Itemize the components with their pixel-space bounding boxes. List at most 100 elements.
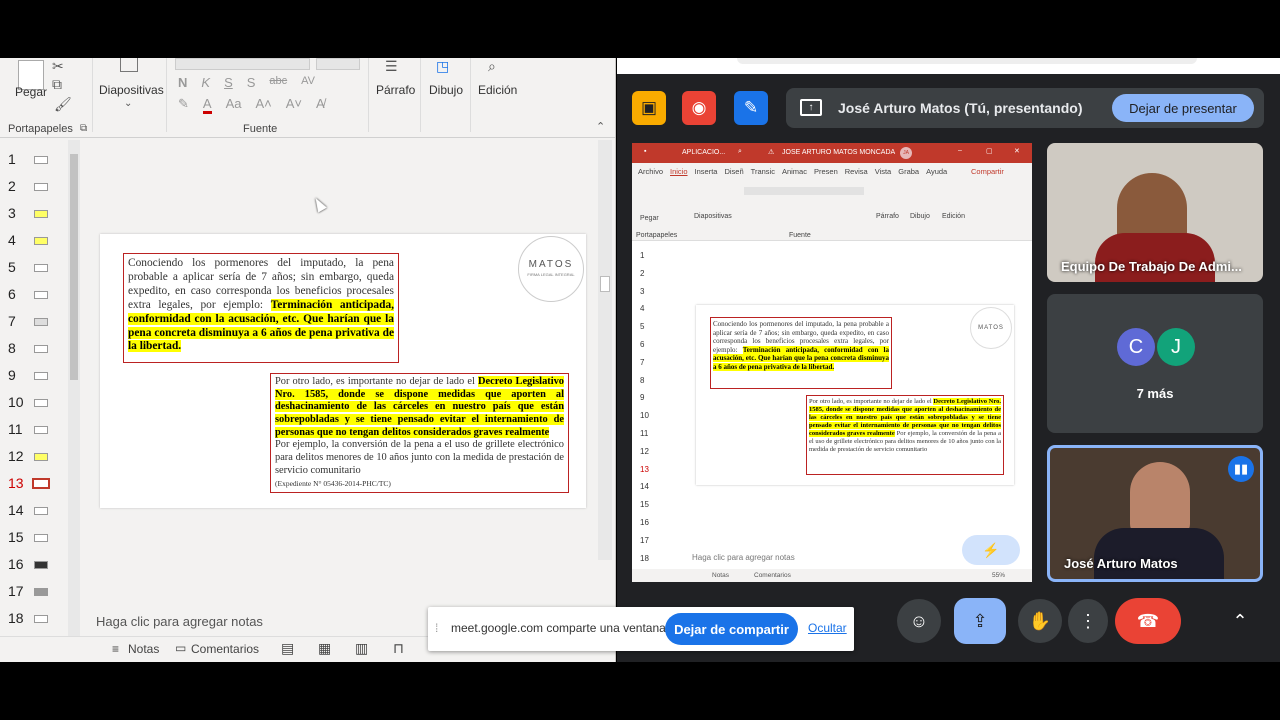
font-tools: N K S S abc AV xyxy=(178,75,315,90)
thumb-4[interactable]: 4 xyxy=(8,232,68,248)
search-icon[interactable]: ⌕ xyxy=(488,58,496,75)
inner-logo: MATOS xyxy=(970,307,1012,349)
bold-icon[interactable]: N xyxy=(178,75,187,90)
underline-icon[interactable]: S xyxy=(224,75,233,90)
thumb-11[interactable]: 11 xyxy=(8,421,68,437)
status-comments-button[interactable]: Comentarios xyxy=(191,642,259,656)
format-painter-icon[interactable]: 🖌 xyxy=(54,96,72,113)
leave-call-icon[interactable]: ☎ xyxy=(1115,598,1181,644)
thumb-16[interactable]: 16 xyxy=(8,556,68,572)
thumb-8[interactable]: 8 xyxy=(8,340,68,356)
paragraph-button[interactable]: Párrafo xyxy=(376,83,415,97)
thumb-2[interactable]: 2 xyxy=(8,178,68,194)
emoji-icon[interactable]: ☺ xyxy=(897,599,941,643)
thumb-13-active[interactable]: 13 xyxy=(8,475,68,491)
dialog-launcher-icon[interactable]: ⧉ xyxy=(80,123,87,134)
reading-view-icon[interactable]: ▥ xyxy=(355,640,368,657)
chevron-down-icon[interactable]: ⌄ xyxy=(124,98,132,109)
notes-icon[interactable]: ≡ xyxy=(112,642,119,656)
inner-user-avatar: JA xyxy=(900,147,912,159)
drawing-button[interactable]: Dibujo xyxy=(429,83,463,97)
inner-doc-title: APLICACIO... xyxy=(682,149,726,156)
sorter-view-icon[interactable]: ▦ xyxy=(318,640,331,657)
font-size-box[interactable] xyxy=(316,58,360,70)
inner-close-icon: ✕ xyxy=(1014,148,1020,155)
font-color-icon[interactable]: A xyxy=(202,96,212,114)
strike-icon[interactable]: abc xyxy=(269,75,287,90)
participant-tile-more[interactable]: C J 7 más xyxy=(1047,294,1263,433)
inner-thumbs: 1 2 3 4 5 6 7 8 9 10 11 12 13 14 15 16 17 18 xyxy=(640,251,649,563)
editing-button[interactable]: Edición xyxy=(478,83,517,97)
thumb-15[interactable]: 15 xyxy=(8,529,68,545)
whiteboard-icon[interactable]: ✎ xyxy=(734,91,768,125)
normal-view-icon[interactable]: ▤ xyxy=(281,640,294,657)
more-count: 7 más xyxy=(1136,386,1174,401)
box2-reference: (Expediente N° 05436-2014-PHC/TC) xyxy=(275,478,391,488)
drawing-icon[interactable]: ◳ xyxy=(436,58,449,75)
font-name-box[interactable] xyxy=(175,58,310,70)
text-box-1[interactable]: Conociendo los pormenores del imputado, … xyxy=(123,253,399,363)
highlight-icon[interactable]: ✎ xyxy=(178,96,189,114)
copy-icon[interactable]: ⧉ xyxy=(52,76,62,93)
cut-icon[interactable]: ✂ xyxy=(52,58,64,75)
shadow-icon[interactable]: S xyxy=(247,75,256,90)
inner-slide: Conociendo los pormenores del imputado, … xyxy=(696,305,1014,485)
thumb-17[interactable]: 17 xyxy=(8,583,68,599)
inner-maximize-icon: ▢ xyxy=(986,148,993,155)
thumb-18[interactable]: 18 xyxy=(8,610,68,626)
present-now-icon[interactable]: ⇪ xyxy=(954,598,1006,644)
stop-sharing-button[interactable]: Dejar de compartir xyxy=(665,613,798,645)
slideshow-icon[interactable]: ⊓ xyxy=(393,640,404,657)
change-case-icon[interactable]: Aa xyxy=(226,96,242,114)
italic-icon[interactable]: K xyxy=(201,75,210,90)
present-screen-icon: ↑ xyxy=(800,99,822,116)
ribbon: Pegar ✂ ⧉ 🖌 Portapapeles ⧉ Diapositivas … xyxy=(0,58,615,138)
participant-tile-self[interactable]: ▮▮ José Arturo Matos xyxy=(1047,445,1263,582)
clipboard-group-label: Portapapeles xyxy=(8,123,73,135)
hide-banner-link[interactable]: Ocultar xyxy=(808,621,847,635)
thumb-6[interactable]: 6 xyxy=(8,286,68,302)
status-notes-button[interactable]: Notas xyxy=(128,642,159,656)
powerpoint-window: Pegar ✂ ⧉ 🖌 Portapapeles ⧉ Diapositivas … xyxy=(0,58,616,662)
paragraph-icon[interactable]: ☰ xyxy=(385,58,398,75)
matos-logo: MATOS FIRMA LEGAL INTEGRAL xyxy=(518,236,584,302)
font-group-label: Fuente xyxy=(243,123,278,135)
thumb-5[interactable]: 5 xyxy=(8,259,68,275)
mouse-cursor-icon xyxy=(311,195,327,213)
raise-hand-icon[interactable]: ✋ xyxy=(1018,599,1062,643)
grow-font-icon[interactable]: A˄ xyxy=(255,96,271,114)
thumb-7[interactable]: 7 xyxy=(8,313,68,329)
inner-notes: Haga clic para agregar notas xyxy=(692,553,795,562)
box2-text: Por otro lado, es importante no dejar de… xyxy=(275,376,478,387)
paste-button[interactable]: Pegar xyxy=(15,85,47,99)
participant-photo xyxy=(1130,462,1190,536)
thumbs-scroll-thumb[interactable] xyxy=(70,154,78,380)
shrink-font-icon[interactable]: A˅ xyxy=(286,96,302,114)
thumb-12[interactable]: 12 xyxy=(8,448,68,464)
new-slide-icon[interactable] xyxy=(120,58,138,72)
slides-button[interactable]: Diapositivas xyxy=(99,83,164,97)
more-options-icon[interactable]: ⋮ xyxy=(1068,599,1108,643)
stop-presenting-button[interactable]: Dejar de presentar xyxy=(1112,94,1254,122)
inner-status: Notas Comentarios 55% xyxy=(632,569,1032,582)
drag-handle-icon[interactable]: ⁞ xyxy=(435,621,438,635)
share-banner: ⁞ meet.google.com comparte una ventana. … xyxy=(428,607,854,651)
browser-strip xyxy=(617,58,1280,74)
current-slide[interactable]: Conociendo los pormenores del imputado, … xyxy=(100,234,586,508)
chevron-up-icon[interactable]: ⌃ xyxy=(1218,599,1262,643)
clear-format-icon[interactable]: A̸ xyxy=(316,96,325,114)
spacing-icon[interactable]: AV xyxy=(301,75,315,90)
thumb-1[interactable]: 1 xyxy=(8,151,68,167)
thumb-3[interactable]: 3 xyxy=(8,205,68,221)
collapse-ribbon-icon[interactable]: ⌃ xyxy=(596,120,605,133)
text-box-2[interactable]: Por otro lado, es importante no dejar de… xyxy=(270,373,569,493)
presented-window: ▪ APLICACIO... ⌕ ⚠ JOSE ARTURO MATOS MON… xyxy=(632,143,1032,582)
comments-icon[interactable]: ▭ xyxy=(175,641,186,655)
canvas-scrollbar[interactable] xyxy=(598,140,612,560)
present-off-icon[interactable]: ▣ xyxy=(632,91,666,125)
record-icon[interactable]: ◉ xyxy=(682,91,716,125)
participant-tile-1[interactable]: Equipo De Trabajo De Admi... xyxy=(1047,143,1263,282)
thumb-10[interactable]: 10 xyxy=(8,394,68,410)
thumb-9[interactable]: 9 xyxy=(8,367,68,383)
thumb-14[interactable]: 14 xyxy=(8,502,68,518)
